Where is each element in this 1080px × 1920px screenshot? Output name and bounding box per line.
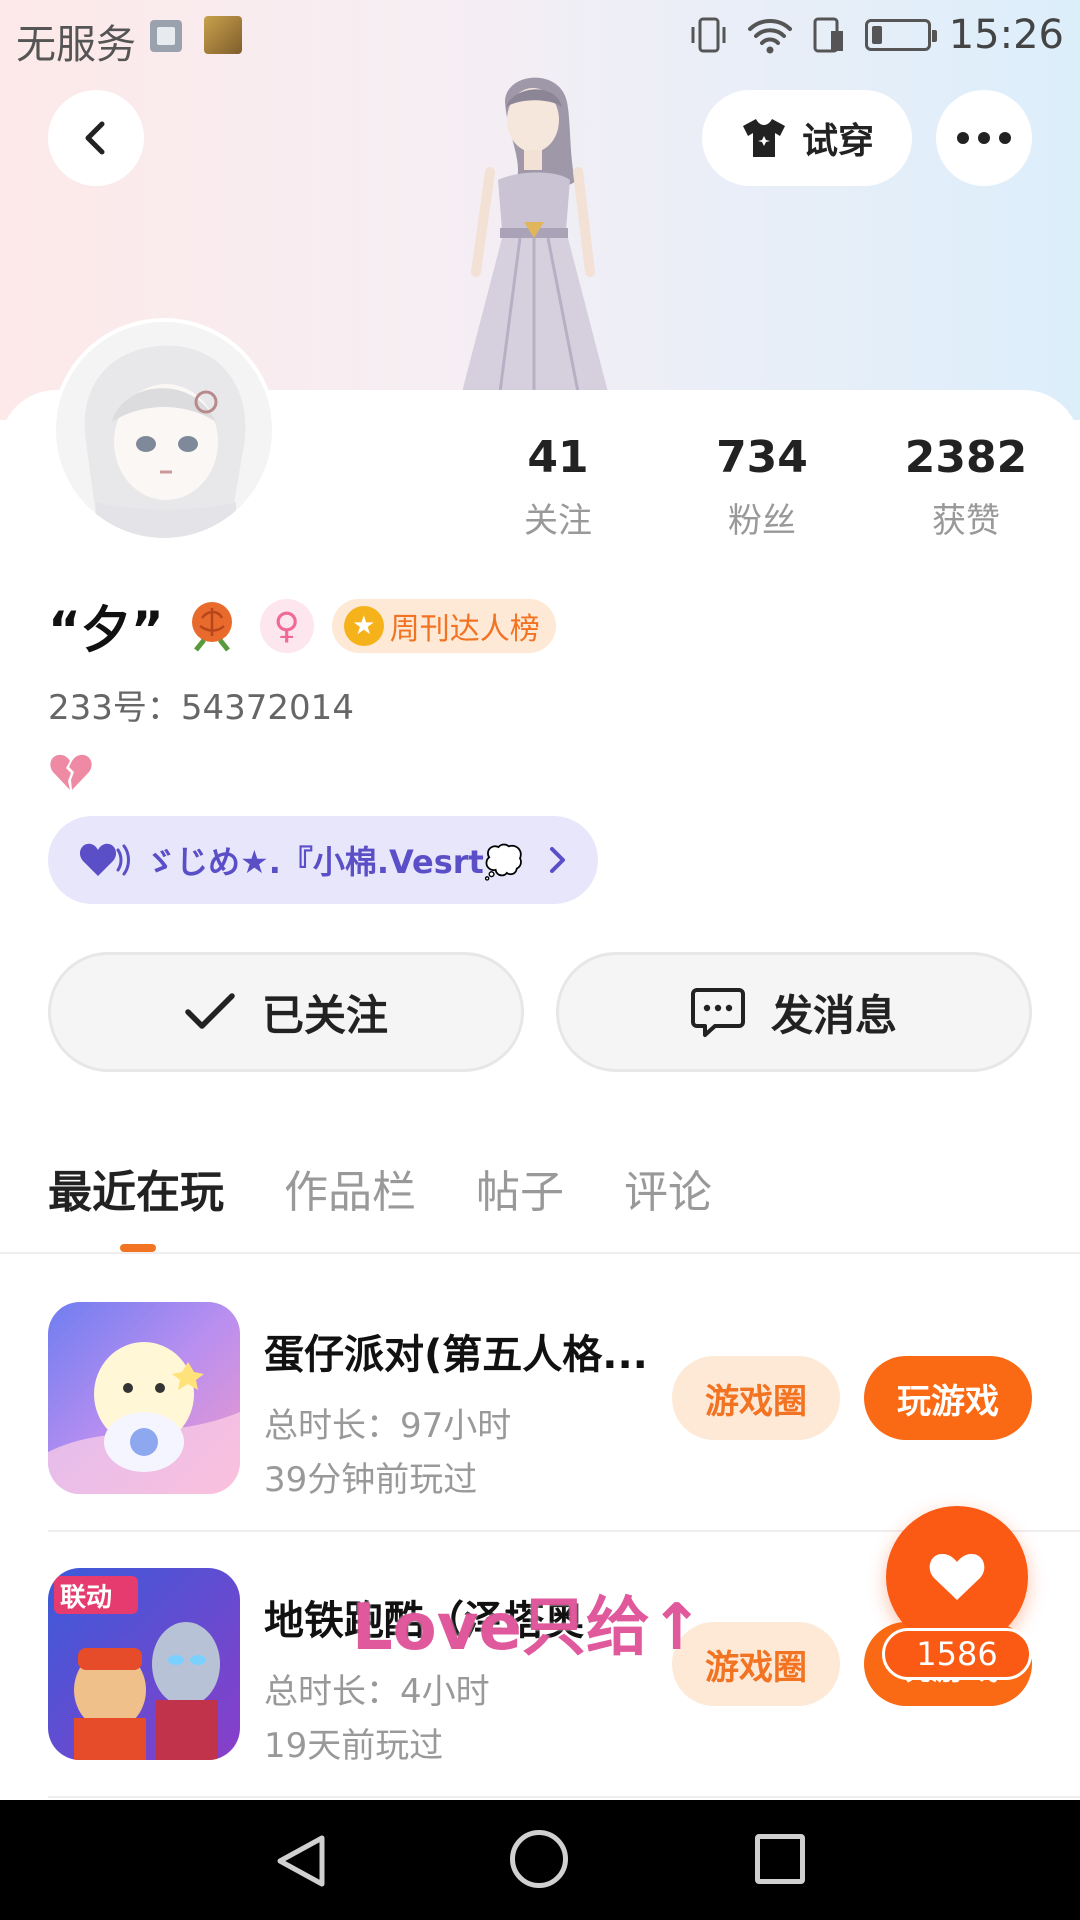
profile-stats: 41 关注 734 粉丝 2382 获赞	[0, 432, 1080, 542]
stat-followers[interactable]: 734 粉丝	[682, 432, 842, 542]
game-last-played: 39分钟前玩过	[264, 1460, 478, 1500]
game-circle-button[interactable]: 游戏圈	[672, 1356, 840, 1440]
active-tab-indicator	[120, 1244, 156, 1252]
svg-text:联动: 联动	[60, 1583, 112, 1613]
profile-tabs: 最近在玩 作品栏 帖子 评论	[48, 1156, 712, 1220]
send-message-label: 发消息	[770, 990, 897, 1040]
game-icon-subway-surfers[interactable]: 联动	[48, 1568, 240, 1760]
rank-badge-label: 周刊达人榜	[389, 612, 540, 647]
more-dots-icon	[957, 132, 1011, 144]
game-duration: 总时长：97小时	[264, 1406, 512, 1446]
double-heart-icon	[79, 843, 130, 876]
stat-value: 734	[716, 432, 808, 483]
game-title: 蛋仔派对(第五人格...	[264, 1332, 648, 1378]
game-last-played: 19天前玩过	[264, 1726, 444, 1766]
try-on-label: 试穿	[801, 121, 874, 162]
vibrate-icon	[691, 17, 726, 53]
app-notification-icon	[204, 16, 242, 54]
eggy-party-art	[48, 1302, 240, 1494]
like-button[interactable]	[886, 1506, 1028, 1648]
try-on-button[interactable]: 试穿	[702, 90, 912, 186]
back-button[interactable]	[48, 90, 144, 186]
name-row: “夕” ♀ ★ 周刊达人榜	[48, 596, 556, 659]
nav-recent-icon[interactable]	[755, 1834, 805, 1884]
status-icons: 15:26	[689, 12, 1064, 58]
nav-back-icon[interactable]	[274, 1832, 328, 1890]
tshirt-icon	[742, 119, 785, 157]
family-group-name: ゞじめ★.『小棉.Vesrt💭	[144, 843, 524, 881]
more-button[interactable]	[936, 90, 1032, 186]
wifi-icon	[747, 19, 792, 54]
play-game-button[interactable]: 玩游戏	[864, 1356, 1032, 1440]
game-icon-eggy-party[interactable]	[48, 1302, 240, 1494]
sim-icon	[813, 17, 843, 53]
row-divider	[48, 1796, 1080, 1798]
clock-time: 15:26	[948, 12, 1064, 58]
stat-following[interactable]: 41 关注	[478, 432, 638, 542]
battery-icon	[864, 19, 937, 51]
weekly-rank-badge[interactable]: ★ 周刊达人榜	[331, 599, 556, 653]
stat-value: 2382	[904, 432, 1028, 483]
avatar-3d-figure[interactable]	[420, 62, 650, 392]
tab-recently-played[interactable]: 最近在玩	[48, 1156, 224, 1220]
check-icon	[185, 993, 235, 1029]
subway-surfers-art: 联动	[48, 1568, 240, 1760]
rose-icon	[191, 602, 232, 652]
tab-posts[interactable]: 帖子	[476, 1156, 564, 1220]
like-count: 1586	[882, 1628, 1032, 1680]
stat-label: 粉丝	[728, 501, 796, 541]
back-arrow-icon	[85, 121, 105, 155]
system-nav-bar	[0, 1800, 1080, 1920]
stat-likes[interactable]: 2382 获赞	[886, 432, 1046, 542]
tab-comments[interactable]: 评论	[624, 1156, 712, 1220]
stat-value: 41	[527, 432, 589, 483]
followed-button[interactable]: 已关注	[48, 952, 524, 1072]
tab-divider	[0, 1252, 1080, 1254]
user-id: 233号：54372014	[48, 688, 354, 728]
female-icon: ♀	[259, 599, 314, 653]
stat-label: 关注	[524, 501, 592, 541]
nav-home-icon[interactable]	[510, 1830, 568, 1888]
send-message-button[interactable]: 发消息	[556, 952, 1032, 1072]
family-group-pill[interactable]: ゞじめ★.『小棉.Vesrt💭	[48, 816, 598, 904]
game-list-item[interactable]: 蛋仔派对(第五人格... 总时长：97小时 39分钟前玩过 游戏圈 玩游戏	[48, 1302, 1080, 1500]
carrier-text: 无服务	[16, 22, 136, 68]
gallery-notification-icon	[150, 20, 182, 52]
chevron-right-icon	[550, 847, 565, 873]
stat-label: 获赞	[932, 501, 1000, 541]
heart-icon	[929, 1553, 985, 1600]
broken-heart-icon	[50, 754, 92, 790]
followed-label: 已关注	[261, 990, 388, 1040]
tab-works[interactable]: 作品栏	[284, 1156, 416, 1220]
star-coin-icon: ★	[343, 606, 384, 646]
chat-bubble-icon	[690, 988, 745, 1037]
username: “夕”	[48, 601, 164, 659]
game-duration: 总时长：4小时	[264, 1672, 490, 1712]
overlay-caption: Love只给↑	[352, 1591, 704, 1665]
